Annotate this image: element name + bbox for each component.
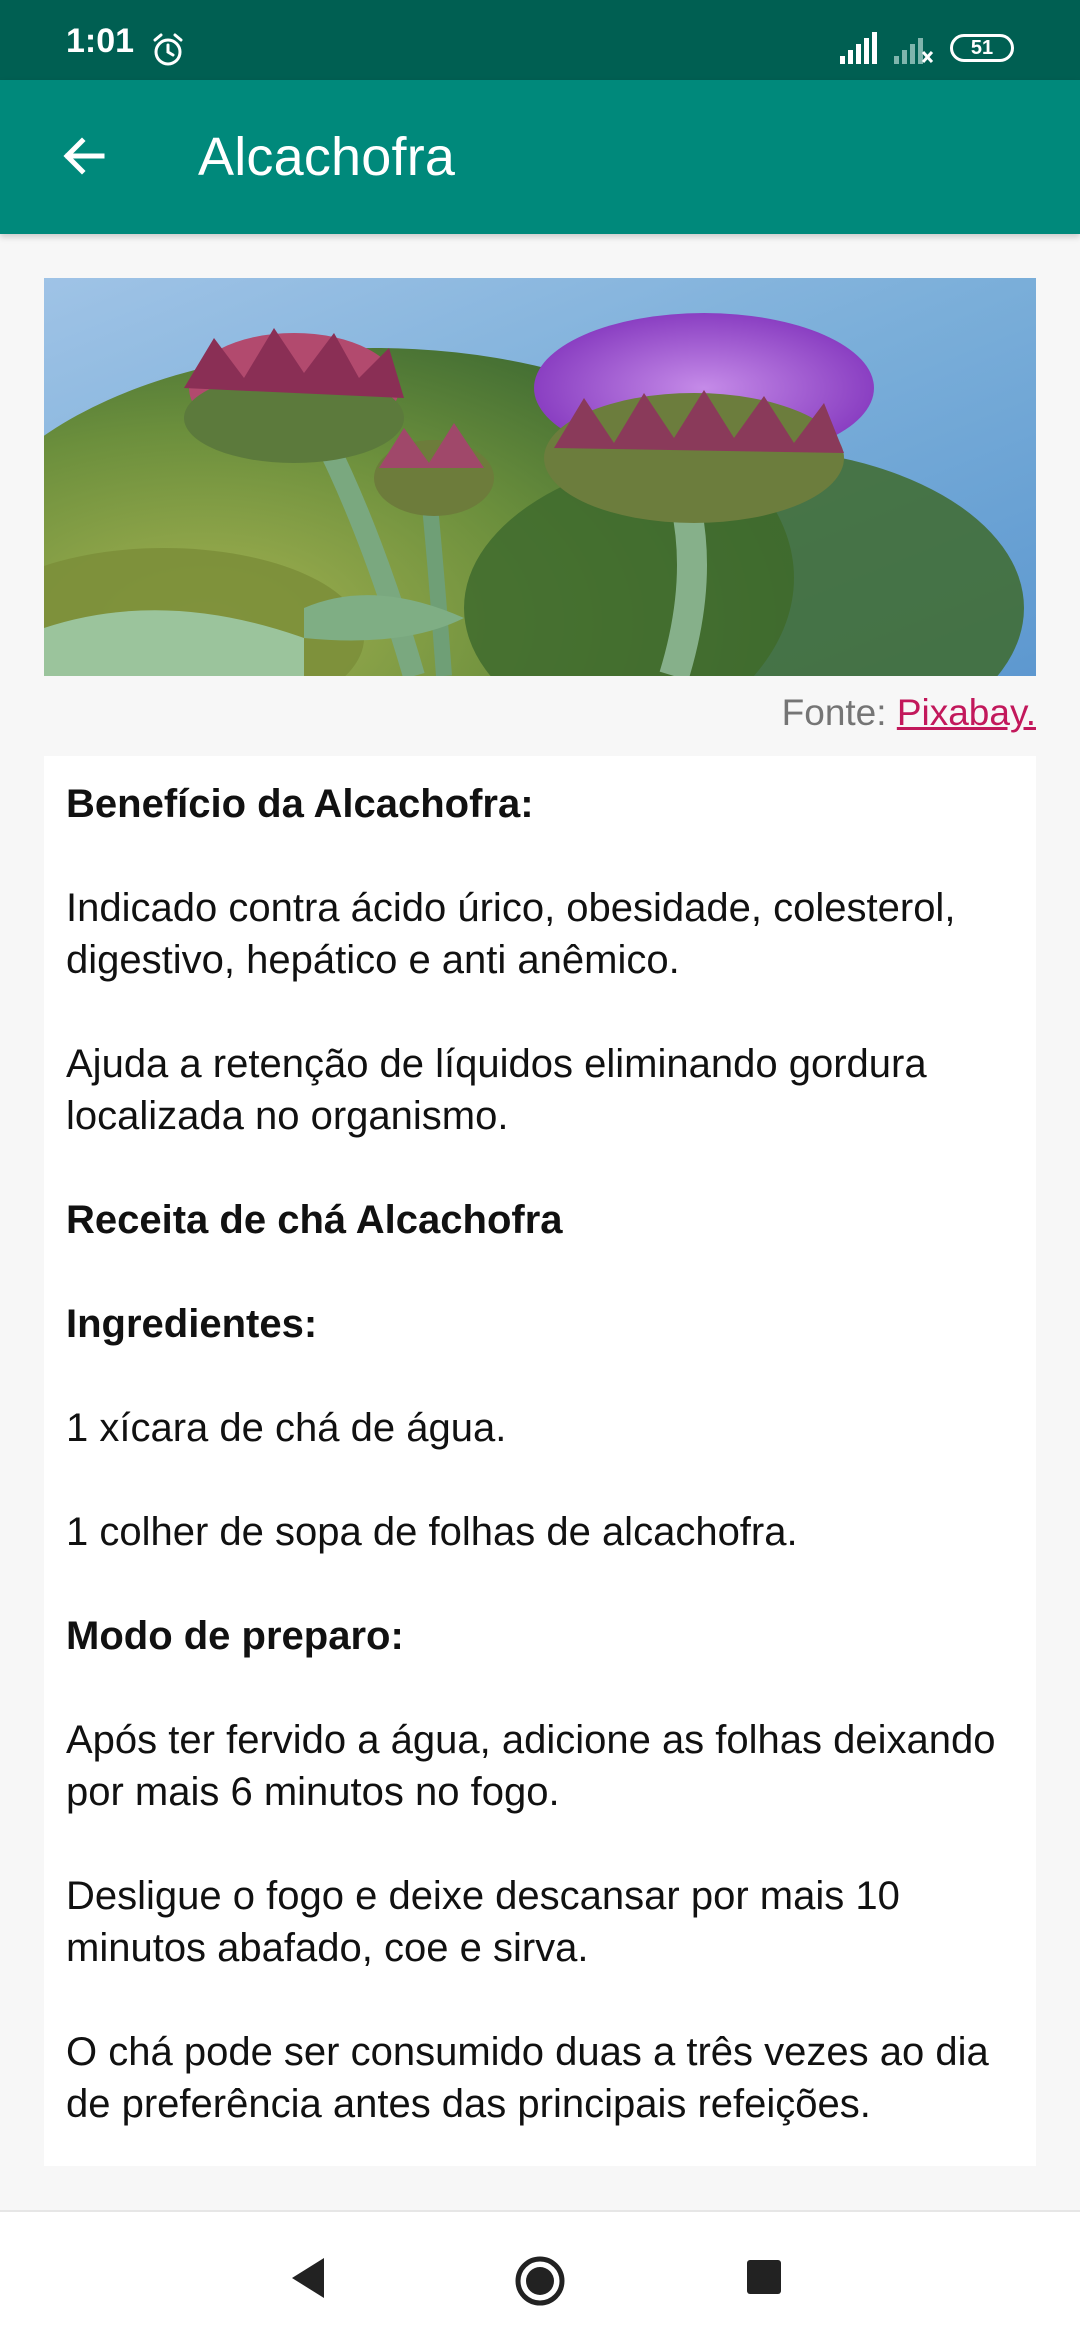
nav-back-icon[interactable] [288,2256,328,2300]
benefit-paragraph-2: Ajuda a retenção de líquidos eliminando … [66,1042,927,1138]
ingredient-item: 1 xícara de chá de água. [66,1406,507,1450]
status-bar: 1:01 51 [0,0,1080,80]
benefit-heading: Benefício da Alcachofra: [66,782,534,826]
back-button[interactable] [44,116,124,196]
pixabay-link[interactable]: Pixabay. [897,692,1036,733]
benefit-paragraph-1: Indicado contra ácido úrico, obesidade, … [66,886,956,982]
arrow-back-icon [63,137,105,175]
method-paragraph-1: Após ter fervido a água, adicione as fol… [66,1718,996,1814]
method-paragraph-2: Desligue o fogo e deixe descansar por ma… [66,1874,900,1970]
caption-prefix: Fonte: [781,692,887,733]
ingredient-item: 1 colher de sopa de folhas de alcachofra… [66,1510,798,1554]
app-bar: Alcachofra [0,80,1080,234]
signal-off-icon [894,38,934,64]
battery-level: 51 [970,37,994,59]
method-heading: Modo de preparo: [66,1614,404,1658]
artichoke-image [44,278,1036,676]
signal-icon [840,32,877,64]
method-paragraph-3: O chá pode ser consumido duas a três vez… [66,2030,989,2126]
battery-icon: 51 [950,34,1014,62]
image-caption: Fonte: Pixabay. [782,692,1036,734]
ingredients-heading: Ingredientes: [66,1302,318,1346]
content-card: Benefício da Alcachofra: Indicado contra… [44,756,1036,2166]
nav-recents-icon[interactable] [747,2260,781,2294]
page-title: Alcachofra [198,127,456,187]
system-nav-bar [0,2210,1080,2342]
status-time: 1:01 [66,22,135,60]
recipe-heading: Receita de chá Alcachofra [66,1198,563,1242]
nav-home-icon[interactable] [513,2254,567,2308]
alarm-icon [153,33,183,66]
